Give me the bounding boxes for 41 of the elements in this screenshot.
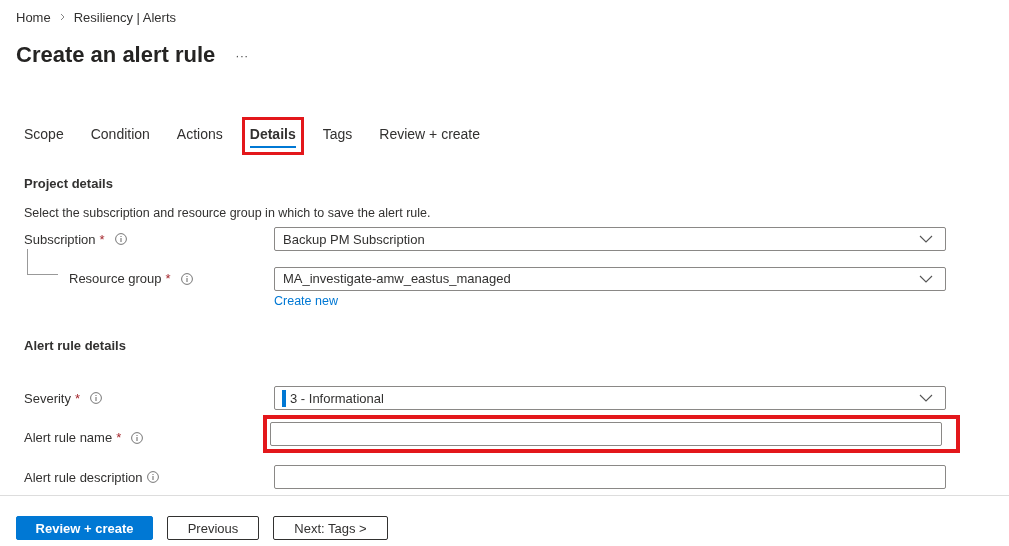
required-asterisk: * <box>99 231 105 247</box>
chevron-down-icon <box>919 235 933 243</box>
chevron-right-icon <box>59 13 65 21</box>
chevron-down-icon <box>919 274 933 283</box>
page-title: Create an alert rule <box>16 42 216 68</box>
field-label: Alert rule description <box>24 469 143 485</box>
field-label: Subscription <box>24 231 96 247</box>
dropdown[interactable]: Backup PM Subscription <box>274 227 946 251</box>
field-label: Severity <box>24 390 71 406</box>
info-icon[interactable] <box>131 431 144 444</box>
breadcrumb-link[interactable]: Resiliency | Alerts <box>73 9 177 25</box>
section-heading: Alert rule details <box>24 337 127 355</box>
text-field[interactable] <box>270 421 942 446</box>
dropdown[interactable]: MA_investigate-amw_eastus_managed <box>274 266 946 291</box>
required-asterisk: * <box>165 271 171 286</box>
footer-button[interactable]: Previous <box>167 516 259 540</box>
tree-connector <box>27 248 58 275</box>
tab[interactable]: Review + create <box>371 117 489 155</box>
footer-button[interactable]: Review + create <box>16 516 153 540</box>
tab[interactable]: Scope <box>16 117 72 155</box>
info-icon[interactable] <box>146 471 159 483</box>
section-description: Select the subscription and resource group in which to save the alert rule. <box>24 206 432 220</box>
dropdown[interactable]: 3 - Informational <box>274 386 946 410</box>
field-label: Resource group <box>69 271 162 286</box>
tab[interactable]: Tags <box>314 117 361 155</box>
tab[interactable]: Actions <box>168 117 231 155</box>
tab[interactable]: Details <box>241 117 304 155</box>
required-asterisk: * <box>116 430 122 445</box>
field-label: Alert rule name <box>24 430 113 445</box>
chevron-down-icon <box>919 394 933 402</box>
required-asterisk: * <box>74 390 81 406</box>
info-icon[interactable] <box>114 233 127 245</box>
breadcrumb-link[interactable]: Home <box>16 9 51 25</box>
text-field[interactable] <box>274 465 946 489</box>
footer-button[interactable]: Next: Tags > <box>273 516 388 540</box>
tab[interactable]: Condition <box>82 117 158 155</box>
info-icon[interactable] <box>180 272 193 285</box>
section-heading: Project details <box>24 175 114 193</box>
more-button[interactable]: ··· <box>235 47 249 63</box>
info-icon[interactable] <box>90 392 103 404</box>
create-new-link[interactable]: Create new <box>274 293 338 308</box>
